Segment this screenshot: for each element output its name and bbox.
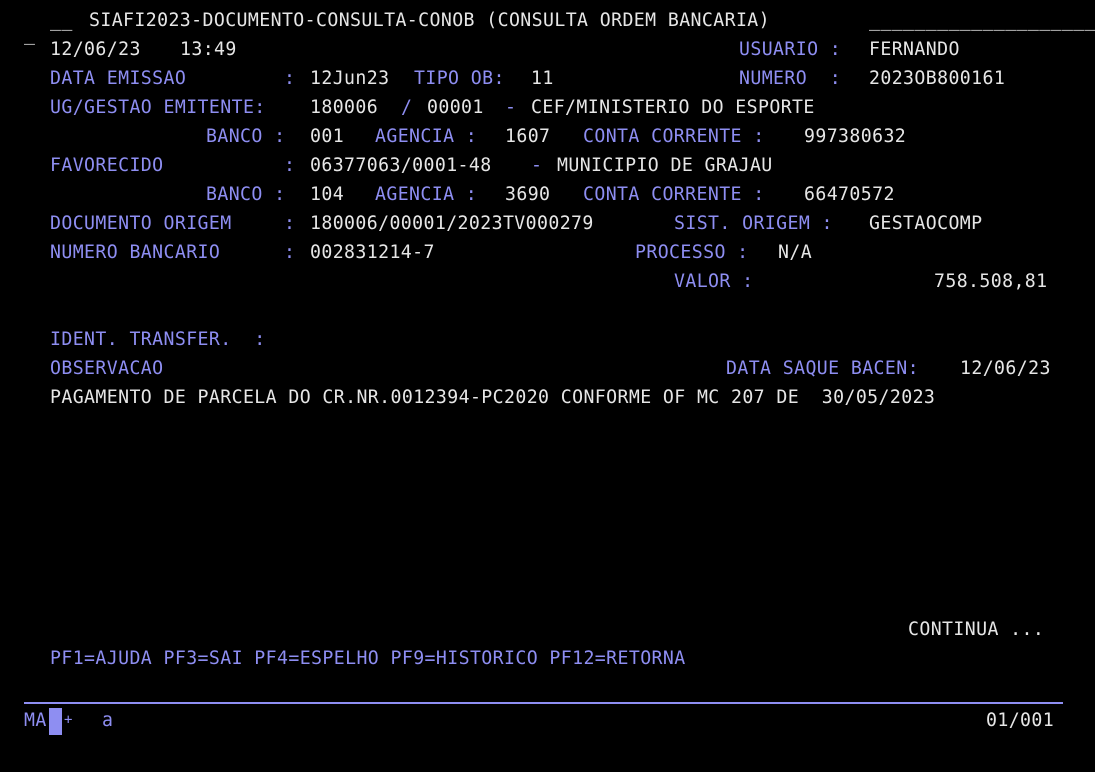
numero-label: NUMERO : [739,68,842,89]
title-fill: ____________________ [869,10,1095,31]
numero-bancario-label: NUMERO BANCARIO [50,242,221,263]
banco-emit-value: 001 [310,126,345,147]
cursor-mark: _ [24,24,36,45]
data-saque-label: DATA SAQUE BACEN: [726,358,919,379]
sist-origem-label: SIST. ORIGEM : [674,213,833,234]
continua-indicator: CONTINUA ... [908,619,1045,640]
observacao-label: OBSERVACAO [50,358,164,379]
usuario-value: FERNANDO [869,39,960,60]
colon: : [284,155,296,176]
status-a: a [102,710,114,731]
dash: - [531,155,543,176]
pf-keys[interactable]: PF1=AJUDA PF3=SAI PF4=ESPELHO PF9=HISTOR… [50,644,686,673]
valor-label: VALOR : [674,271,754,292]
usuario-label: USUARIO : [739,39,842,60]
favorecido-nome: MUNICIPIO DE GRAJAU [557,155,773,176]
session-date: 12/06/23 [50,39,141,60]
processo-label: PROCESSO : [635,242,749,263]
ug-gestao-label: UG/GESTAO EMITENTE: [50,97,266,118]
data-emissao-value[interactable]: 12Jun23 [310,64,389,93]
screen-title: SIAFI2023-DOCUMENTO-CONSULTA-CONOB (CONS… [89,10,770,31]
agencia-fav-value: 3690 [505,184,551,205]
sist-origem-value: GESTAOCOMP [869,213,983,234]
tipo-ob-value[interactable]: 11 [531,64,554,93]
agencia-label: AGENCIA : [375,184,478,205]
processo-value: N/A [778,242,813,263]
status-separator [24,702,1063,704]
numero-bancario-value: 002831214-7 [310,242,435,263]
banco-label: BANCO : [206,184,286,205]
text-cursor [49,708,62,735]
conta-emit-value: 997380632 [804,126,907,147]
conta-corrente-label: CONTA CORRENTE : [583,126,765,147]
documento-origem-label: DOCUMENTO ORIGEM [50,213,232,234]
session-time: 13:49 [180,39,237,60]
colon: : [284,242,296,263]
favorecido-label: FAVORECIDO [50,155,164,176]
page-indicator: 01/001 [986,710,1055,731]
data-emissao-label: DATA EMISSAO [50,68,187,89]
status-ma: MA [24,710,47,731]
gestao-value[interactable]: 00001 [427,93,484,122]
conta-corrente-label: CONTA CORRENTE : [583,184,765,205]
banco-label: BANCO : [206,126,286,147]
valor-value: 758.508,81 [934,271,1048,292]
data-saque-value: 12/06/23 [960,358,1051,379]
observacao-text: PAGAMENTO DE PARCELA DO CR.NR.0012394-PC… [50,387,936,408]
ug-nome: CEF/MINISTERIO DO ESPORTE [531,97,815,118]
colon: : [284,213,296,234]
numero-value[interactable]: 2023OB800161 [869,64,1005,93]
dash: - [505,97,517,118]
conta-fav-value: 66470572 [804,184,895,205]
favorecido-cnpj[interactable]: 06377063/0001-48 [310,151,492,180]
banco-fav-value: 104 [310,184,345,205]
documento-origem-value[interactable]: 180006/00001/2023TV000279 [310,209,594,238]
ug-value[interactable]: 180006 [310,93,378,122]
agencia-label: AGENCIA : [375,126,478,147]
slash: / [401,97,413,118]
agencia-emit-value: 1607 [505,126,551,147]
status-plus: + [64,712,73,728]
title-prefix: __ [50,10,73,31]
tipo-ob-label: TIPO OB: [414,68,505,89]
ident-transfer-label: IDENT. TRANSFER. : [50,329,266,350]
colon: : [284,68,296,89]
